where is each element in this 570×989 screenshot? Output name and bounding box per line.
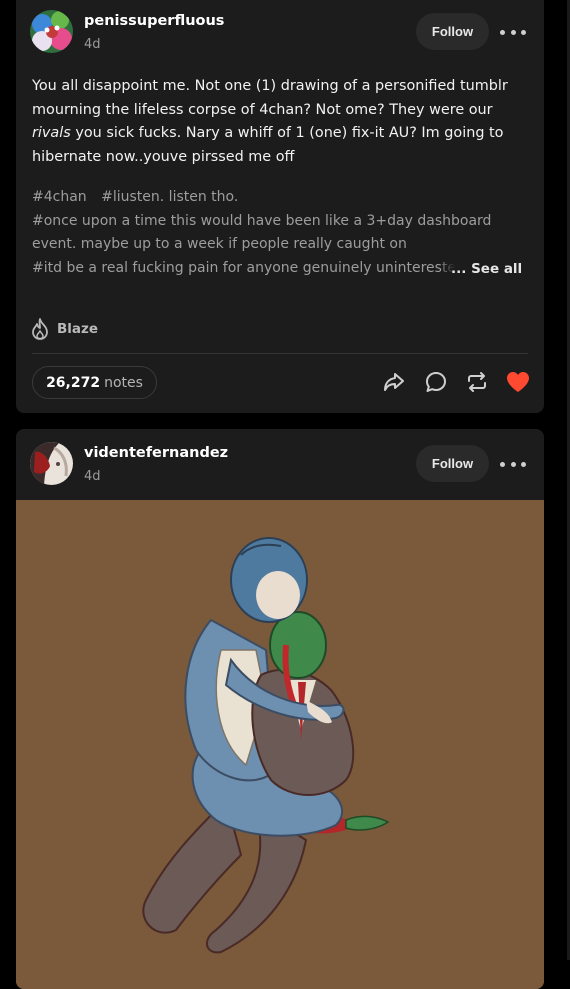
post-header: penissuperfluous 4d Follow (16, 0, 544, 70)
username[interactable]: penissuperfluous (84, 13, 224, 29)
flame-icon (32, 318, 48, 340)
illustration-artwork[interactable] (16, 500, 544, 989)
post-card: videntefernandez 4d Follow (16, 429, 544, 989)
avatar[interactable] (30, 10, 73, 53)
tag-link[interactable]: #4chan (32, 189, 87, 205)
see-all-button[interactable]: ... See all (441, 256, 544, 282)
follow-button[interactable]: Follow (416, 445, 489, 482)
tag-link[interactable]: #liusten. listen tho. (101, 189, 238, 205)
blaze-button[interactable]: Blaze (30, 317, 98, 341)
reply-icon[interactable] (424, 370, 448, 398)
post-body: You all disappoint me. Not one (1) drawi… (32, 78, 508, 165)
post-age: 4d (84, 37, 101, 52)
notes-button[interactable]: 26,272 notes (32, 366, 157, 399)
post-card: penissuperfluous 4d Follow You all disap… (16, 0, 544, 413)
like-heart-icon[interactable] (505, 370, 531, 398)
divider (32, 353, 528, 354)
blaze-label: Blaze (57, 321, 99, 337)
ellipsis-icon[interactable] (500, 22, 526, 42)
tag-link[interactable]: #once upon a time this would have been l… (32, 210, 528, 257)
post-header: videntefernandez 4d Follow (16, 429, 544, 499)
follow-button[interactable]: Follow (416, 13, 489, 50)
post-age: 4d (84, 469, 101, 484)
avatar[interactable] (30, 442, 73, 485)
username[interactable]: videntefernandez (84, 445, 228, 461)
notes-count: 26,272 (46, 374, 101, 391)
ellipsis-icon[interactable] (500, 454, 526, 474)
share-icon[interactable] (382, 370, 406, 398)
notes-label: notes (104, 374, 143, 391)
reblog-icon[interactable] (465, 370, 489, 398)
